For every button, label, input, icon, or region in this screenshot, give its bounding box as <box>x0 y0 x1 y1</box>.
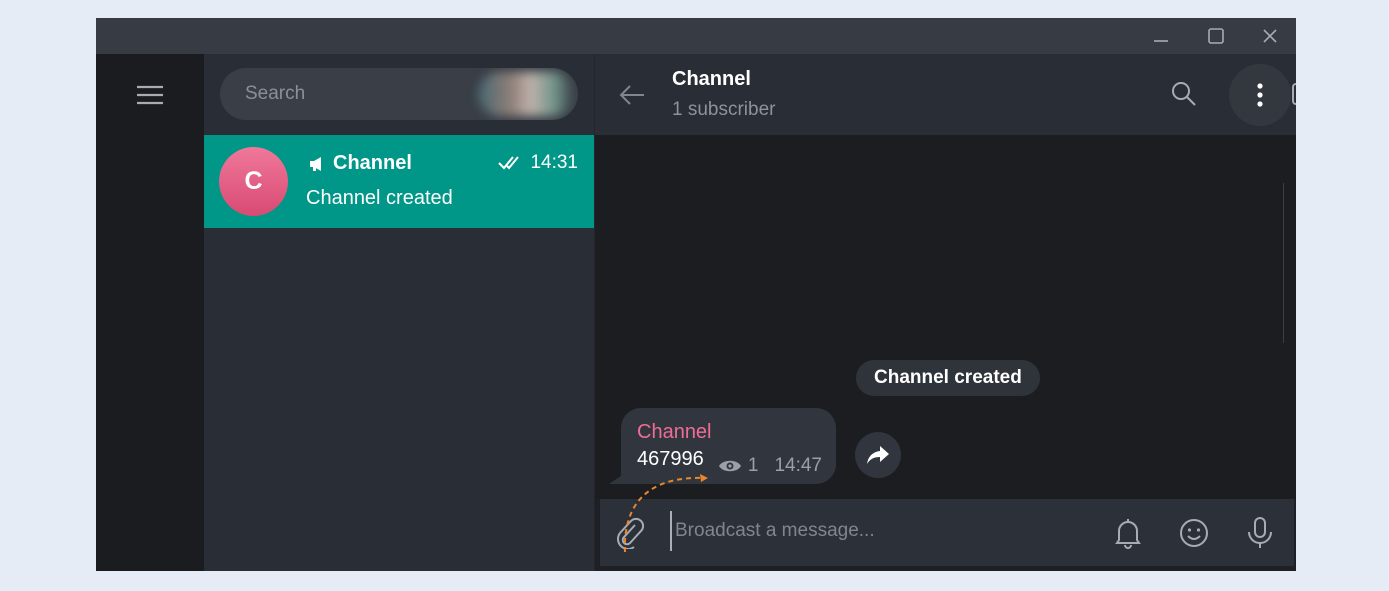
message-time: 14:47 <box>774 455 822 476</box>
hamburger-icon <box>137 85 163 105</box>
message-meta: 1 14:47 <box>718 455 822 477</box>
chat-preview: Channel created <box>306 187 453 209</box>
chat-list-item[interactable]: C Channel 14:31 Channel created <box>204 135 594 228</box>
close-icon <box>1263 29 1277 43</box>
chat-time: 14:31 <box>530 152 578 173</box>
minimize-icon <box>1154 40 1168 42</box>
left-rail <box>96 54 204 571</box>
close-button[interactable] <box>1243 18 1296 54</box>
forward-button[interactable] <box>855 432 901 478</box>
arrow-left-icon <box>619 85 644 105</box>
search-icon <box>1172 82 1196 106</box>
maximize-button[interactable] <box>1189 18 1243 54</box>
microphone-icon <box>1248 517 1272 548</box>
forward-arrow-icon <box>867 446 889 464</box>
chat-name: Channel <box>333 152 412 174</box>
blurred-stories-preview[interactable] <box>478 72 574 116</box>
minimize-button[interactable] <box>1134 18 1188 54</box>
more-options-button[interactable] <box>1229 64 1291 126</box>
annotation-arrow <box>623 474 708 553</box>
eye-icon <box>718 460 741 472</box>
voice-record-button[interactable] <box>1240 513 1280 553</box>
title-bar <box>96 18 1296 54</box>
silent-broadcast-button[interactable] <box>1108 513 1148 553</box>
avatar: C <box>219 147 288 216</box>
chat-list-pane: C Channel 14:31 Channel created <box>204 54 594 571</box>
more-vertical-icon <box>1257 83 1263 107</box>
maximize-icon <box>1208 28 1224 44</box>
double-check-icon <box>498 156 520 170</box>
scrollbar[interactable] <box>1283 183 1284 343</box>
bell-icon <box>1115 519 1141 549</box>
emoji-button[interactable] <box>1174 513 1214 553</box>
search-box <box>220 68 578 120</box>
emoji-icon <box>1180 519 1208 547</box>
message-author[interactable]: Channel <box>637 421 712 444</box>
main-menu-button[interactable] <box>134 82 166 108</box>
telegram-window: C Channel 14:31 Channel created <box>96 18 1296 571</box>
chat-time-group: 14:31 <box>498 152 578 174</box>
chat-header-subtitle: 1 subscriber <box>672 99 776 120</box>
search-button[interactable] <box>1164 74 1204 114</box>
message-input[interactable] <box>670 511 1100 551</box>
view-count: 1 <box>747 455 759 476</box>
service-message: Channel created <box>856 360 1040 396</box>
search-input[interactable] <box>220 68 480 120</box>
back-button[interactable] <box>617 80 647 110</box>
chat-title: Channel <box>309 152 412 175</box>
megaphone-icon <box>310 156 321 171</box>
chat-header-title[interactable]: Channel <box>672 68 751 91</box>
message-area: Channel created Channel 467996 1 14:47 <box>595 135 1296 499</box>
chat-header: Channel 1 subscriber <box>595 54 1296 135</box>
